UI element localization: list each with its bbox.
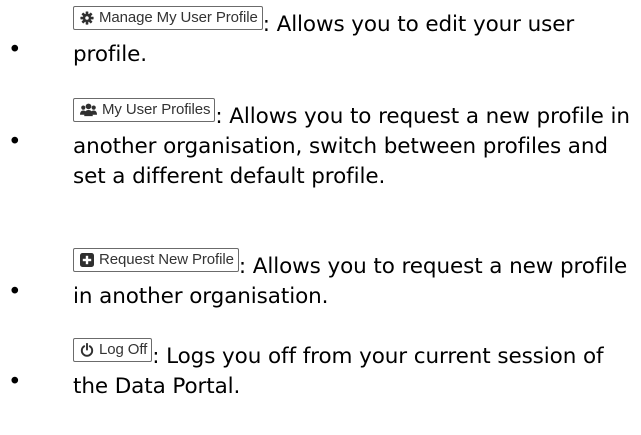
manage-my-user-profile-button[interactable]: Manage My User Profile	[73, 6, 263, 30]
plus-square-icon	[80, 253, 94, 267]
users-icon	[80, 103, 97, 117]
list-item-content: Manage My User Profile : Allows you to e…	[73, 6, 633, 70]
gear-icon	[80, 11, 94, 25]
list-item-content: Request New Profile : Allows you to requ…	[73, 248, 633, 312]
button-label: Request New Profile	[99, 251, 234, 268]
my-user-profiles-button[interactable]: My User Profiles	[73, 98, 216, 122]
button-label: Manage My User Profile	[99, 9, 258, 26]
item-description: : Logs you off from your current session…	[73, 344, 604, 399]
button-label: My User Profiles	[102, 101, 211, 118]
list-item-content: Log Off : Logs you off from your current…	[73, 338, 633, 402]
bullet-marker: •	[8, 279, 22, 305]
log-off-button[interactable]: Log Off	[73, 338, 153, 362]
request-new-profile-button[interactable]: Request New Profile	[73, 248, 239, 272]
bullet-marker: •	[8, 37, 22, 63]
power-icon	[80, 343, 94, 357]
bullet-marker: •	[8, 129, 22, 155]
button-label: Log Off	[99, 341, 148, 358]
bullet-marker: •	[8, 369, 22, 395]
list-item-content: My User Profiles : Allows you to request…	[73, 98, 633, 192]
document-page: • Manage My User Profile: Allows you to…	[0, 0, 641, 435]
